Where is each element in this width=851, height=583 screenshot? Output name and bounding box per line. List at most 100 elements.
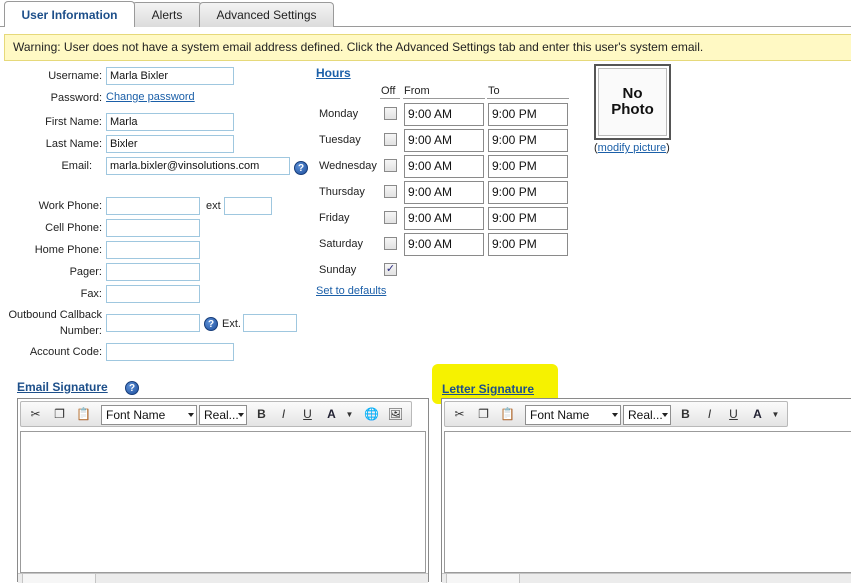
day-from-input[interactable]: 9:00 AM — [404, 129, 484, 152]
font-name-select[interactable]: Font Name — [101, 405, 197, 425]
last-name-field[interactable]: Bixler — [106, 135, 234, 153]
italic-button[interactable]: I — [701, 406, 718, 422]
hours-col-from: From — [404, 85, 430, 97]
font-color-button[interactable]: A — [323, 406, 340, 422]
fax-label: Fax: — [80, 288, 102, 300]
tab-advanced-settings[interactable]: Advanced Settings — [199, 2, 334, 27]
cut-icon[interactable]: ✂ — [451, 406, 468, 422]
work-phone-field[interactable] — [106, 197, 200, 215]
email-editor-toolbar: ✂ ❐ 📋 Font Name Real... B I U A ▼ 🌐 🖼 — [20, 401, 412, 427]
callback-field[interactable] — [106, 314, 200, 332]
day-from-input[interactable]: 9:00 AM — [404, 103, 484, 126]
photo-placeholder: No Photo — [594, 64, 671, 140]
day-to-input[interactable]: 9:00 PM — [488, 181, 568, 204]
day-label: Thursday — [319, 186, 365, 198]
set-to-defaults-link[interactable]: Set to defaults — [316, 285, 386, 297]
day-to-input[interactable]: 9:00 PM — [488, 207, 568, 230]
underline-button[interactable]: U — [299, 406, 316, 422]
day-label: Sunday — [319, 264, 357, 276]
day-to-input[interactable]: 9:00 PM — [488, 233, 568, 256]
day-off-checkbox[interactable] — [384, 159, 397, 172]
paren-close: ) — [666, 142, 670, 154]
paste-icon[interactable]: 📋 — [75, 406, 92, 422]
letter-signature-title[interactable]: Letter Signature — [442, 382, 534, 396]
font-name-select[interactable]: Font Name — [525, 405, 621, 425]
tab-bar: User Information Alerts Advanced Setting… — [0, 0, 851, 28]
day-label: Friday — [319, 212, 350, 224]
email-signature-editor: ✂ ❐ 📋 Font Name Real... B I U A ▼ 🌐 🖼 — [17, 398, 429, 583]
hours-col-off-rule — [380, 98, 400, 99]
modify-picture: (modify picture) — [594, 142, 670, 154]
email-field[interactable]: marla.bixler@vinsolutions.com — [106, 157, 290, 175]
day-off-checkbox-checked[interactable]: ✓ — [384, 263, 397, 276]
tab-user-information[interactable]: User Information — [4, 1, 135, 27]
bold-button[interactable]: B — [677, 406, 694, 422]
callback-ext-field[interactable] — [243, 314, 297, 332]
day-to-input[interactable]: 9:00 PM — [488, 103, 568, 126]
username-field[interactable]: Marla Bixler — [106, 67, 234, 85]
pager-field[interactable] — [106, 263, 200, 281]
font-color-dropdown-icon[interactable]: ▼ — [341, 406, 358, 422]
day-off-checkbox[interactable] — [384, 133, 397, 146]
day-from-input[interactable]: 9:00 AM — [404, 155, 484, 178]
day-off-checkbox[interactable] — [384, 185, 397, 198]
modify-picture-link[interactable]: modify picture — [598, 142, 666, 154]
photo-text-line2: Photo — [611, 101, 654, 118]
warning-banner: Warning: User does not have a system ema… — [4, 34, 851, 61]
letter-signature-edit-area[interactable] — [444, 431, 851, 573]
font-size-select[interactable]: Real... — [623, 405, 671, 425]
first-name-field[interactable]: Marla — [106, 113, 234, 131]
underline-button[interactable]: U — [725, 406, 742, 422]
day-from-input[interactable]: 9:00 AM — [404, 181, 484, 204]
cell-phone-field[interactable] — [106, 219, 200, 237]
letter-editor-toolbar: ✂ ❐ 📋 Font Name Real... B I U A ▼ — [444, 401, 788, 427]
font-size-value: Real... — [204, 408, 239, 422]
day-to-input[interactable]: 9:00 PM — [488, 129, 568, 152]
ext-field[interactable] — [224, 197, 272, 215]
hours-col-from-rule — [403, 98, 485, 99]
day-from-input[interactable]: 9:00 AM — [404, 233, 484, 256]
email-signature-help-icon[interactable]: ? — [125, 381, 139, 395]
day-to-input[interactable]: 9:00 PM — [488, 155, 568, 178]
chevron-down-icon — [238, 413, 244, 417]
day-off-checkbox[interactable] — [384, 107, 397, 120]
hours-col-to: To — [488, 85, 500, 97]
paste-icon[interactable]: 📋 — [499, 406, 516, 422]
day-label: Tuesday — [319, 134, 361, 146]
insert-link-icon[interactable]: 🌐 — [363, 406, 380, 422]
italic-button[interactable]: I — [275, 406, 292, 422]
day-off-checkbox[interactable] — [384, 211, 397, 224]
tab-alerts[interactable]: Alerts — [132, 2, 202, 27]
font-size-select[interactable]: Real... — [199, 405, 247, 425]
callback-label-line1: Outbound Callback — [8, 309, 102, 321]
font-name-value: Font Name — [106, 408, 166, 422]
home-phone-field[interactable] — [106, 241, 200, 259]
hours-col-to-rule — [487, 98, 569, 99]
copy-icon[interactable]: ❐ — [51, 406, 68, 422]
cut-icon[interactable]: ✂ — [27, 406, 44, 422]
pager-label: Pager: — [69, 266, 102, 278]
hours-title[interactable]: Hours — [316, 66, 351, 80]
font-color-button[interactable]: A — [749, 406, 766, 422]
chevron-down-icon — [188, 413, 194, 417]
day-from-input[interactable]: 9:00 AM — [404, 207, 484, 230]
callback-help-icon[interactable]: ? — [204, 317, 218, 331]
account-code-field[interactable] — [106, 343, 234, 361]
copy-icon[interactable]: ❐ — [475, 406, 492, 422]
change-password-link[interactable]: Change password — [106, 91, 195, 103]
font-color-dropdown-icon[interactable]: ▼ — [767, 406, 784, 422]
hours-col-off: Off — [381, 85, 396, 97]
day-off-checkbox[interactable] — [384, 237, 397, 250]
chevron-down-icon — [612, 413, 618, 417]
email-label: Email: — [61, 160, 92, 172]
bold-button[interactable]: B — [253, 406, 270, 422]
letter-signature-editor: ✂ ❐ 📋 Font Name Real... B I U A ▼ — [441, 398, 851, 583]
email-signature-edit-area[interactable] — [20, 431, 426, 573]
email-signature-title[interactable]: Email Signature — [17, 380, 108, 394]
last-name-label: Last Name: — [45, 138, 102, 150]
font-name-value: Font Name — [530, 408, 590, 422]
insert-image-icon[interactable]: 🖼 — [387, 406, 404, 422]
fax-field[interactable] — [106, 285, 200, 303]
email-help-icon[interactable]: ? — [294, 161, 308, 175]
callback-label-line2: Number: — [59, 325, 102, 337]
